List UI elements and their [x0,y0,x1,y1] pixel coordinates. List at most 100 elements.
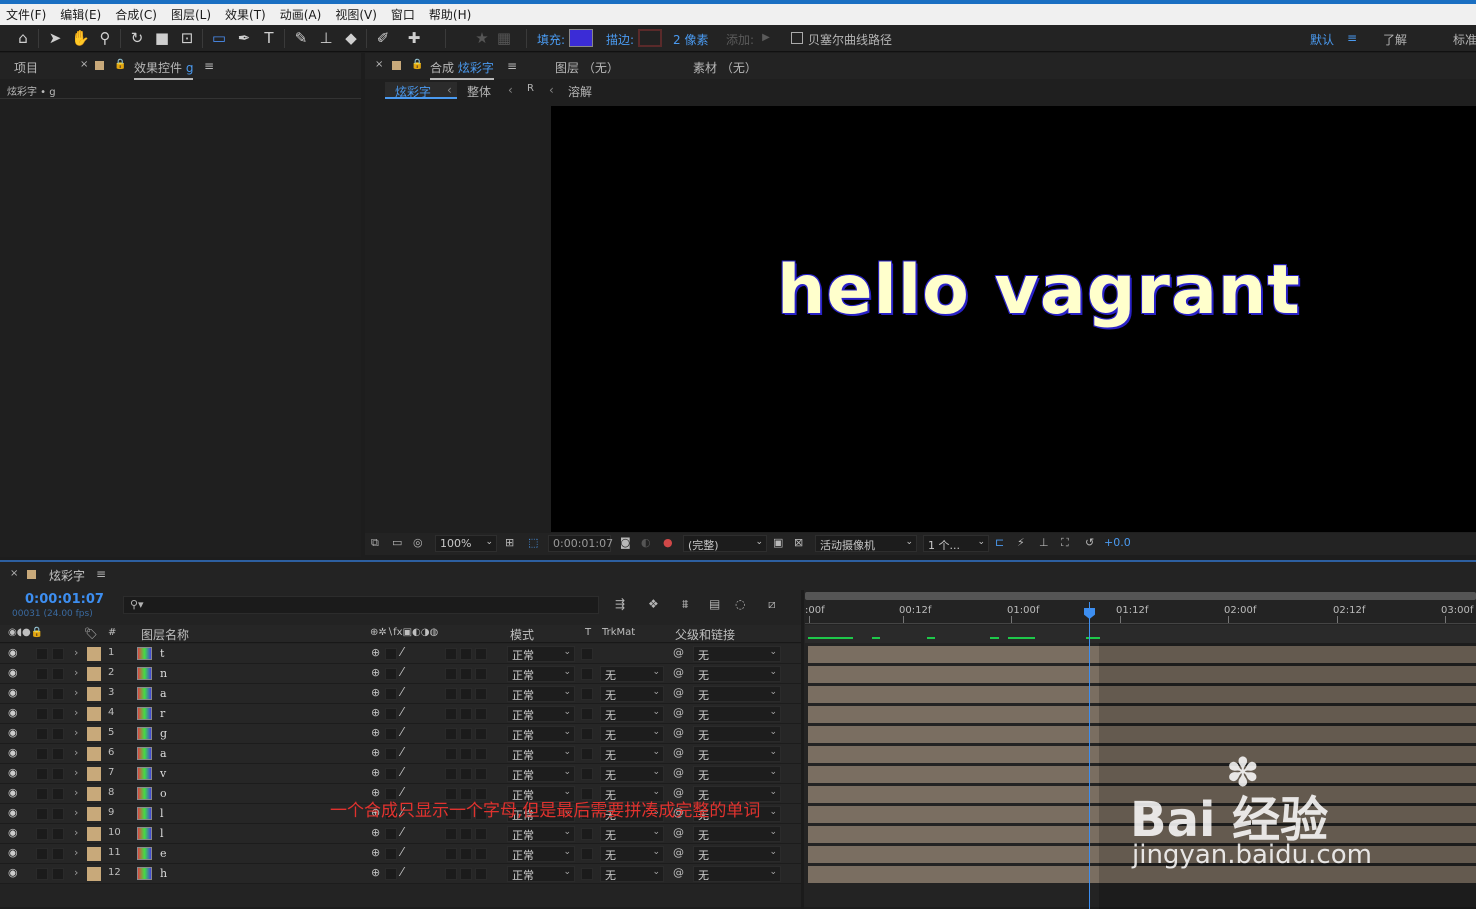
shy-switch-icon[interactable]: ⊕ [371,846,380,859]
add-arrow-icon[interactable]: ▶ [757,29,775,47]
brush-tool-icon[interactable]: ✎ [292,29,310,47]
panel-divider[interactable] [801,590,804,909]
layer-name[interactable]: o [160,787,167,800]
chevron-right-icon[interactable]: › [74,826,78,839]
lock-toggle[interactable] [52,708,64,720]
mode-select[interactable]: 正常 ⌄ [507,666,575,682]
layer-name[interactable]: l [160,807,164,820]
collapse-switch[interactable] [385,648,397,660]
motion-blur-switch[interactable] [445,648,457,660]
adjustment-switch[interactable] [460,868,472,880]
lock-toggle[interactable] [52,748,64,760]
workspace-menu-icon[interactable]: ≡ [1347,31,1357,45]
solo-toggle[interactable] [36,728,48,740]
nav-crumb-2[interactable]: R [527,83,534,94]
motion-blur-icon[interactable]: ◌ [735,597,745,611]
stroke-color-swatch[interactable] [638,29,662,47]
adjustment-switch[interactable] [460,728,472,740]
lock-toggle[interactable] [52,668,64,680]
collapse-switch[interactable] [385,668,397,680]
layer-row[interactable]: ◉ › 6 a ⊕ ⁄ 正常 ⌄ 无 ⌄ @ 无 ⌄ [0,744,802,764]
panel-menu-icon[interactable]: ≡ [204,59,214,73]
shy-switch-icon[interactable]: ⊕ [371,706,380,719]
pick-whip-icon[interactable]: @ [673,646,684,659]
grid-tool-icon[interactable]: ▦ [495,29,513,47]
timeline-menu-icon[interactable]: ≡ [96,567,106,581]
layer-row[interactable]: ◉ › 11 e ⊕ ⁄ 正常 ⌄ 无 ⌄ @ 无 ⌄ [0,844,802,864]
nav-crumb-3[interactable]: 溶解 [568,83,592,100]
shy-switch-icon[interactable]: ⊕ [371,766,380,779]
add-label[interactable]: 添加: [726,31,754,48]
3d-layer-switch[interactable] [475,848,487,860]
tab-project[interactable]: 项目 [14,59,38,76]
close-icon[interactable]: × [80,59,88,70]
chevron-right-icon[interactable]: › [74,666,78,679]
collapse-switch[interactable] [385,828,397,840]
3d-layer-switch[interactable] [475,748,487,760]
monitor-icon[interactable]: ▭ [392,536,402,549]
adjustment-switch[interactable] [460,708,472,720]
motion-blur-switch[interactable] [445,748,457,760]
trkmat-select[interactable]: 无 ⌄ [600,746,664,762]
menu-item[interactable]: 图层(L) [171,6,211,23]
tab-composition[interactable]: 合成 炫彩字 [430,59,494,80]
quality-switch-icon[interactable]: ⁄ [401,705,403,719]
solo-toggle[interactable] [36,748,48,760]
layer-name[interactable]: a [160,747,167,760]
shy-switch-icon[interactable]: ⊕ [371,746,380,759]
3d-layer-switch[interactable] [475,708,487,720]
collapse-switch[interactable] [385,728,397,740]
layer-name[interactable]: a [160,687,167,700]
chevron-right-icon[interactable]: › [74,726,78,739]
lock-toggle[interactable] [52,768,64,780]
layer-row[interactable]: ◉ › 7 v ⊕ ⁄ 正常 ⌄ 无 ⌄ @ 无 ⌄ [0,764,802,784]
time-ruler[interactable]: :00f 00:12f 01:00f 01:12f 02:00f 02:12f 03:00f [805,602,1476,624]
nav-crumb-0[interactable]: 炫彩字 [395,83,431,100]
preserve-transparency-toggle[interactable] [581,828,593,840]
bezier-checkbox[interactable] [791,32,803,44]
menu-item[interactable]: 合成(C) [115,6,157,23]
clone-stamp-tool-icon[interactable]: ⊥ [317,29,335,47]
motion-blur-switch[interactable] [445,868,457,880]
3d-layer-switch[interactable] [475,868,487,880]
trkmat-select[interactable]: 无 ⌄ [600,866,664,882]
eye-icon[interactable]: ◉ [8,866,18,879]
stroke-width-value[interactable]: 2 像素 [673,31,708,48]
lock-toggle[interactable] [52,788,64,800]
quality-switch-icon[interactable]: ⁄ [401,845,403,859]
shy-switch-icon[interactable]: ⊕ [371,666,380,679]
menu-item[interactable]: 窗口 [391,6,415,23]
shy-switch-icon[interactable]: ⊕ [371,826,380,839]
preserve-transparency-toggle[interactable] [581,768,593,780]
preserve-transparency-toggle[interactable] [581,868,593,880]
layer-search-input[interactable] [123,596,599,614]
solo-toggle[interactable] [36,768,48,780]
flowchart-icon[interactable]: ⛶ [1061,536,1069,550]
star-tool-icon[interactable]: ★ [473,29,491,47]
preserve-transparency-toggle[interactable] [581,728,593,740]
trkmat-select[interactable]: 无 ⌄ [600,846,664,862]
pan-behind-tool-icon[interactable]: ⊡ [178,29,196,47]
quality-switch-icon[interactable]: ⁄ [401,645,403,659]
adjustment-switch[interactable] [460,748,472,760]
fast-preview-icon[interactable]: ⚡ [1017,536,1025,549]
label-color-swatch[interactable] [87,687,101,701]
chevron-right-icon[interactable]: › [74,846,78,859]
lock-toggle[interactable] [52,728,64,740]
mode-select[interactable]: 正常 ⌄ [507,746,575,762]
pick-whip-icon[interactable]: @ [673,706,684,719]
show-snapshot-icon[interactable]: ◐ [641,536,651,549]
label-color-swatch[interactable] [87,847,101,861]
shy-switch-icon[interactable]: ⊕ [371,646,380,659]
chevron-right-icon[interactable]: › [74,786,78,799]
tab-footage[interactable]: 素材 （无） [693,59,757,76]
layer-name[interactable]: e [160,847,167,860]
parent-select[interactable]: 无 ⌄ [693,846,781,862]
playhead-line[interactable] [1089,602,1090,909]
zoom-tool-icon[interactable]: ⚲ [96,29,114,47]
adjustment-switch[interactable] [460,688,472,700]
label-color-swatch[interactable] [87,767,101,781]
rectangle-tool-icon[interactable]: ▭ [210,29,228,47]
frame-blending-icon[interactable]: ▤ [709,597,720,611]
eye-icon[interactable]: ◉ [8,706,18,719]
